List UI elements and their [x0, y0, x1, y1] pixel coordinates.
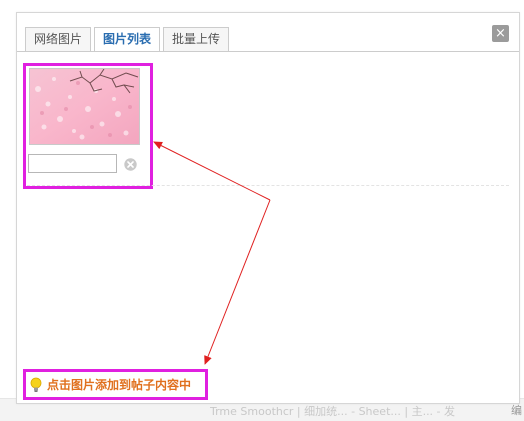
cherry-blossom-image	[30, 69, 139, 144]
tab-web-images[interactable]: 网络图片	[25, 27, 92, 51]
image-thumbnail[interactable]	[29, 68, 140, 145]
close-icon: ×	[495, 26, 506, 41]
background-page-edge-text: 编	[511, 404, 522, 417]
tab-batch-upload[interactable]: 批量上传	[163, 27, 230, 51]
image-list-item	[23, 63, 153, 189]
lightbulb-icon	[30, 377, 42, 392]
tab-divider	[17, 51, 519, 52]
background-page-text: Trme Smoothcr | 细加统... - Sheet... | 主...…	[210, 405, 456, 418]
tip-text: 点击图片添加到帖子内容中	[47, 378, 192, 392]
row-separator	[27, 185, 509, 186]
tip-bar: 点击图片添加到帖子内容中	[23, 369, 208, 400]
delete-icon[interactable]	[124, 158, 137, 171]
image-dialog: 网络图片 图片列表 批量上传 × 点击图片添加到帖子内容中	[16, 12, 520, 404]
tab-bar: 网络图片 图片列表 批量上传	[25, 27, 230, 52]
close-button[interactable]: ×	[492, 25, 509, 42]
tab-image-list[interactable]: 图片列表	[94, 27, 161, 52]
image-description-input[interactable]	[28, 154, 117, 173]
